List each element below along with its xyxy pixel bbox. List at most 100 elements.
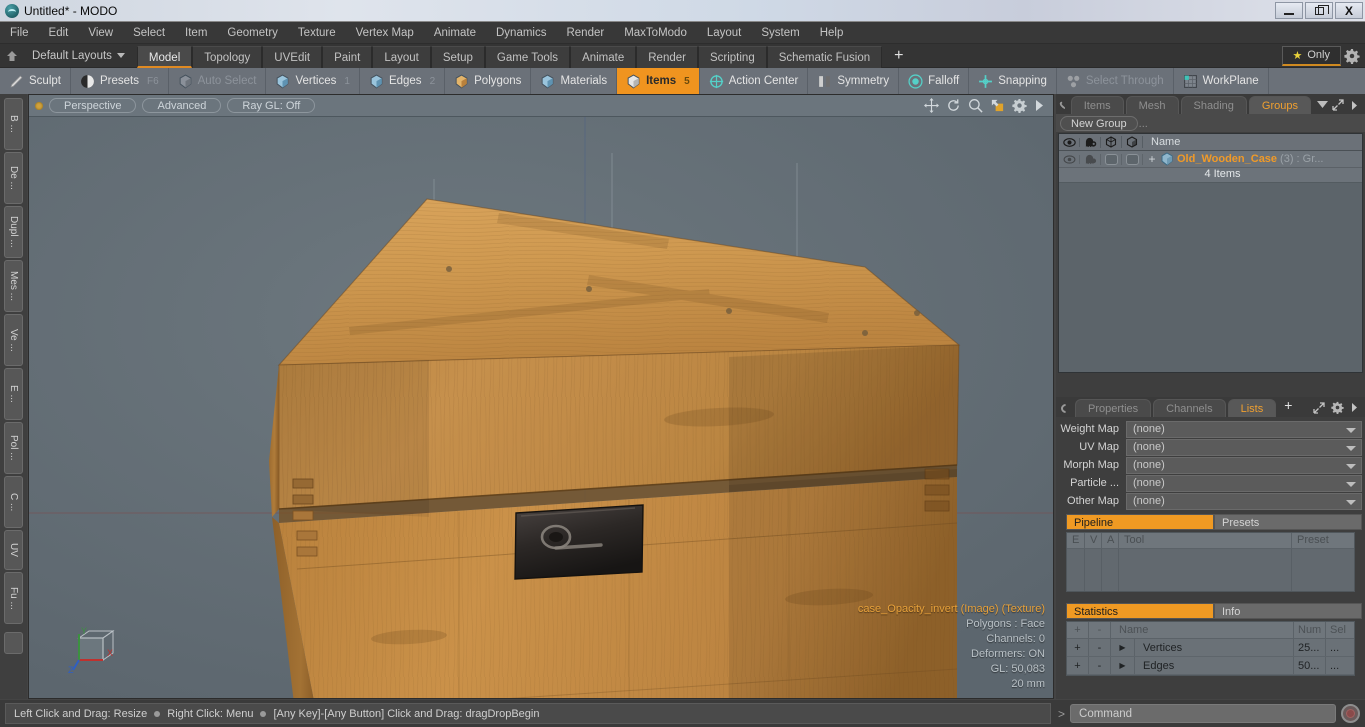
left-tab-5[interactable]: E ... [4,368,23,420]
panel-tab-mesh-[interactable]: Mesh ... [1125,96,1179,130]
lists-tab-channels[interactable]: Channels [1153,399,1226,417]
mode-button-polygons[interactable]: Polygons [445,68,531,94]
minimize-button[interactable] [1275,2,1303,19]
layout-tab-paint[interactable]: Paint [322,45,373,68]
segment-info[interactable]: Info [1214,603,1362,619]
left-tab-3[interactable]: Mes ... [4,260,23,312]
stat-remove-button[interactable]: - [1089,639,1111,656]
panel-tab-shading[interactable]: Shading [1180,96,1247,114]
row-shaded-checkbox[interactable] [1122,153,1143,165]
left-tab-extra[interactable] [4,632,23,654]
stat-remove-button[interactable]: - [1089,657,1111,674]
chevron-down-icon[interactable] [1317,99,1328,111]
stat-add-button[interactable]: + [1067,657,1089,674]
only-toggle-button[interactable]: ★ Only [1281,45,1341,66]
viewport-projection-dropdown[interactable]: Perspective [49,98,137,113]
mode-button-auto-select[interactable]: Auto Select [168,68,266,94]
panel-menu-icon[interactable] [1059,402,1072,415]
lists-tab-properties[interactable]: Properties [1075,399,1152,417]
menu-item-select[interactable]: Select [123,22,175,44]
row-ghost-toggle[interactable] [1080,153,1101,165]
new-group-button[interactable]: New Group [1060,115,1138,131]
3d-viewport[interactable]: Perspective Advanced Ray GL: Off case_Op… [28,94,1054,699]
groups-tree[interactable]: Name + Old_Wooden_Case (3) : Gr... 4 Ite… [1058,133,1363,373]
menu-item-help[interactable]: Help [810,22,854,44]
left-tab-4[interactable]: Ve ... [4,314,23,366]
layout-tab-topology[interactable]: Topology [192,45,263,68]
left-tab-2[interactable]: Dupl ... [4,206,23,258]
groups-tree-empty-area[interactable] [1059,183,1362,372]
map-dropdown[interactable]: (none) [1126,456,1362,474]
layout-tab-scripting[interactable]: Scripting [697,45,767,68]
expand-arrow-icon[interactable]: ▶ [1111,639,1135,656]
layout-tab-game-tools[interactable]: Game Tools [484,45,571,68]
pan-icon[interactable] [924,98,939,113]
zoom-icon[interactable] [968,98,983,113]
lists-tab-lists[interactable]: Lists [1227,399,1277,417]
layout-tab-uvedit[interactable]: UVEdit [262,45,323,68]
panel-menu-icon[interactable] [1058,100,1069,111]
row-wireframe-checkbox[interactable] [1101,153,1122,165]
menu-item-maxtomodo[interactable]: MaxToModo [614,22,697,44]
map-dropdown[interactable]: (none) [1126,420,1362,438]
panel-tab-items[interactable]: Items [1070,96,1124,114]
tool-pipeline-table[interactable]: E V A Tool Preset [1066,532,1355,592]
map-dropdown[interactable]: (none) [1126,474,1362,492]
expand-icon[interactable] [1313,401,1325,414]
gear-icon[interactable] [1012,98,1027,113]
left-tab-1[interactable]: De ... [4,152,23,204]
menu-item-item[interactable]: Item [175,22,217,44]
left-tab-0[interactable]: B ... [4,98,23,150]
tool-table-body[interactable] [1067,549,1354,591]
segment-statistics[interactable]: Statistics [1066,603,1214,619]
add-lists-tab-button[interactable]: + [1278,395,1301,417]
left-tab-6[interactable]: Pol ... [4,422,23,474]
menu-item-render[interactable]: Render [556,22,614,44]
record-icon[interactable] [1341,704,1360,723]
layout-tab-animate[interactable]: Animate [570,45,637,68]
close-button[interactable]: X [1335,2,1363,19]
more-arrow-icon[interactable] [1350,100,1359,111]
layout-tab-layout[interactable]: Layout [372,45,431,68]
table-row[interactable]: + Old_Wooden_Case (3) : Gr... [1059,151,1362,168]
layout-tab-setup[interactable]: Setup [430,45,485,68]
maximize-button[interactable] [1305,2,1333,19]
mode-button-sculpt[interactable]: Sculpt [0,68,70,94]
menu-item-system[interactable]: System [751,22,809,44]
menu-item-view[interactable]: View [78,22,123,44]
mode-button-action-center[interactable]: Action Center [699,68,808,94]
statistics-table[interactable]: + - Name Num Sel + - ▶ Vertices 25...... + - ▶ E… [1066,621,1355,676]
mode-button-falloff[interactable]: Falloff [899,68,969,94]
layout-tab-render[interactable]: Render [636,45,698,68]
mode-button-symmetry[interactable]: Symmetry [808,68,899,94]
viewport-shading-dropdown[interactable]: Advanced [142,98,222,113]
gear-icon[interactable] [1331,401,1344,414]
mode-button-items[interactable]: Items 5 [617,68,699,94]
more-arrow-icon[interactable] [1350,402,1359,413]
mode-button-materials[interactable]: Materials [531,68,617,94]
menu-item-animate[interactable]: Animate [424,22,486,44]
shaded-icon[interactable] [1122,136,1143,148]
viewport-raygl-dropdown[interactable]: Ray GL: Off [227,98,316,113]
menu-item-file[interactable]: File [0,22,39,44]
mode-button-vertices[interactable]: Vertices 1 [266,68,359,94]
wireframe-icon[interactable] [1101,136,1122,148]
fit-icon[interactable] [990,98,1005,113]
menu-item-dynamics[interactable]: Dynamics [486,22,556,44]
row-visibility-toggle[interactable] [1059,154,1080,164]
menu-item-geometry[interactable]: Geometry [217,22,288,44]
rotate-icon[interactable] [946,98,961,113]
left-tab-7[interactable]: C ... [4,476,23,528]
menu-item-layout[interactable]: Layout [697,22,752,44]
active-view-dot[interactable] [35,101,43,110]
menu-item-vertex-map[interactable]: Vertex Map [346,22,424,44]
table-row[interactable]: + - ▶ Vertices 25...... [1067,639,1354,657]
mode-button-workplane[interactable]: WorkPlane [1173,68,1268,94]
segment-presets[interactable]: Presets [1214,514,1362,530]
stat-add-button[interactable]: + [1067,639,1089,656]
expand-icon[interactable] [1332,99,1344,111]
eye-icon[interactable] [1059,137,1080,147]
mode-button-edges[interactable]: Edges 2 [359,68,445,94]
mode-button-select-through[interactable]: Select Through [1056,68,1173,94]
default-layouts-dropdown[interactable]: Default Layouts [24,50,133,62]
